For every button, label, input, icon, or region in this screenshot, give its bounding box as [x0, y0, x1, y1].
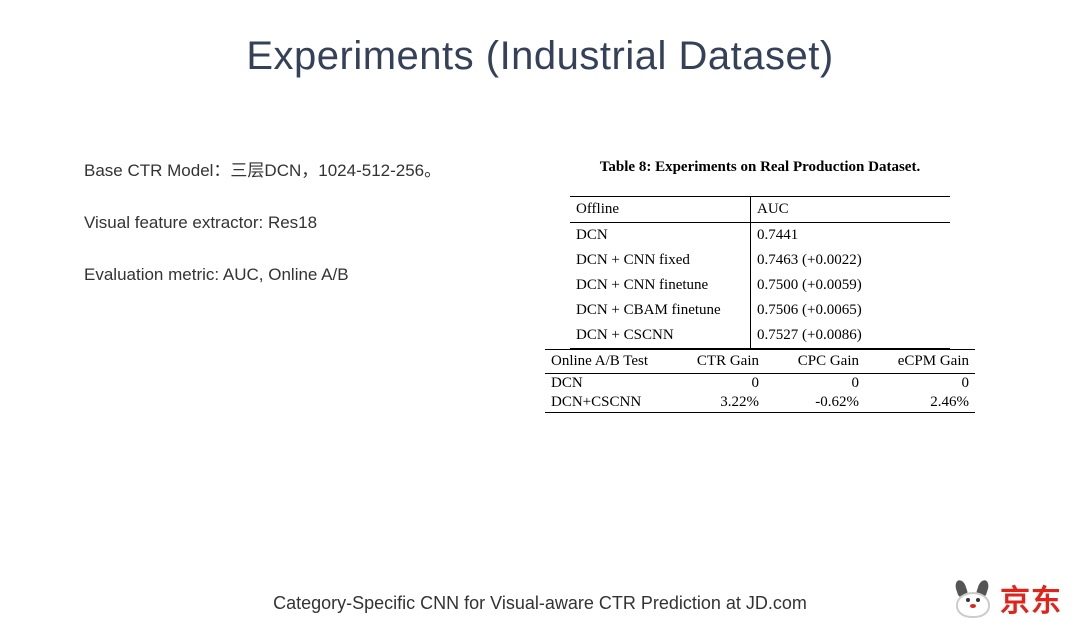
bullet-item: Visual feature extractor: Res18: [84, 211, 490, 235]
bullet-item: Evaluation metric: AUC, Online A/B: [84, 263, 490, 287]
table-cell: -0.62%: [775, 394, 875, 411]
results-table: Table 8: Experiments on Real Production …: [490, 159, 1030, 413]
online-header: Online A/B Test: [545, 353, 675, 370]
joy-mascot-icon: [948, 578, 996, 618]
table-cell: 3.22%: [675, 394, 775, 411]
bullet-list: Base CTR Model：三层DCN，1024-512-256。 Visua…: [0, 159, 490, 413]
table-cell: 0.7506 (+0.0065): [750, 298, 950, 323]
table-row: DCN+CSCNN: [545, 394, 675, 411]
table-cell: 0: [875, 375, 975, 392]
table-row: DCN + CNN finetune: [570, 273, 750, 298]
online-header: eCPM Gain: [875, 353, 975, 370]
table-cell: 0: [775, 375, 875, 392]
footer-text: Category-Specific CNN for Visual-aware C…: [0, 593, 1080, 614]
table-cell: 0.7500 (+0.0059): [750, 273, 950, 298]
online-header: CPC Gain: [775, 353, 875, 370]
table-cell: 2.46%: [875, 394, 975, 411]
offline-header-auc: AUC: [750, 197, 950, 222]
table-row: DCN + CNN fixed: [570, 248, 750, 273]
table-row: DCN: [570, 223, 750, 248]
table-cell: 0.7463 (+0.0022): [750, 248, 950, 273]
table-row: DCN: [545, 375, 675, 392]
table-cell: 0: [675, 375, 775, 392]
table-cell: 0.7527 (+0.0086): [750, 323, 950, 348]
offline-header-label: Offline: [570, 197, 750, 222]
slide-title: Experiments (Industrial Dataset): [0, 34, 1080, 79]
bullet-item: Base CTR Model：三层DCN，1024-512-256。: [84, 159, 490, 183]
jd-logo: 京东: [948, 576, 1062, 620]
jd-logo-text: 京东: [1000, 576, 1062, 620]
table-cell: 0.7441: [750, 223, 950, 248]
online-section: Online A/B Test CTR Gain CPC Gain eCPM G…: [545, 349, 975, 413]
table-caption: Table 8: Experiments on Real Production …: [490, 159, 1030, 176]
table-row: DCN + CBAM finetune: [570, 298, 750, 323]
content-area: Base CTR Model：三层DCN，1024-512-256。 Visua…: [0, 159, 1080, 413]
table-row: DCN + CSCNN: [570, 323, 750, 348]
offline-section: Offline AUC DCN 0.7441 DCN + CNN fixed 0…: [570, 196, 950, 349]
online-header: CTR Gain: [675, 353, 775, 370]
